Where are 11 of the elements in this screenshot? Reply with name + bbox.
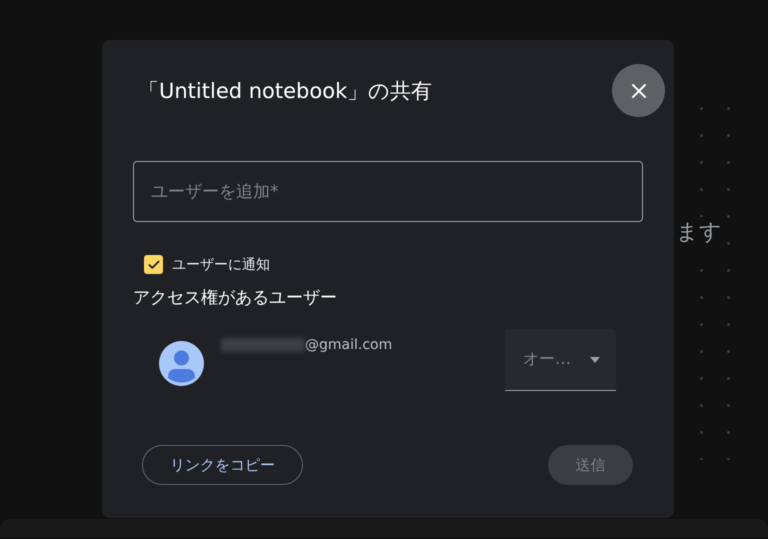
copy-link-button[interactable]: リンクをコピー <box>142 445 303 485</box>
notify-label: ユーザーに通知 <box>172 256 270 274</box>
role-dropdown[interactable]: オー… <box>505 329 616 391</box>
add-user-field[interactable]: ユーザーを追加* <box>133 161 643 222</box>
dialog-title: 「Untitled notebook」の共有 <box>138 78 432 104</box>
avatar-icon <box>159 341 204 386</box>
caret-icon <box>590 356 600 362</box>
notify-checkbox[interactable] <box>144 255 163 274</box>
access-heading: アクセス権があるユーザー <box>133 287 338 309</box>
check-icon <box>146 258 160 272</box>
user-email: @gmail.com <box>305 337 392 353</box>
